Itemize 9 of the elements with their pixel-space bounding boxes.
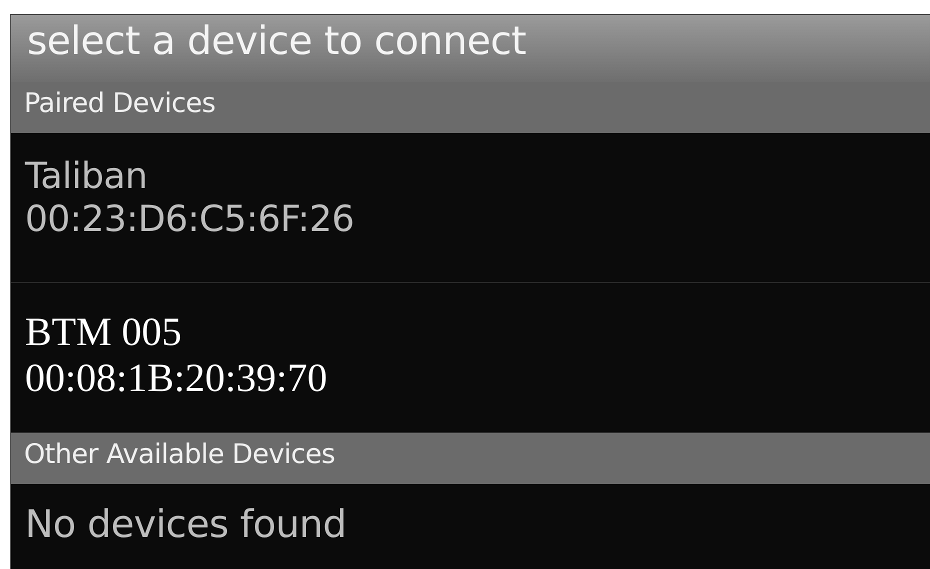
device-address: 00:08:1B:20:39:70	[25, 355, 328, 401]
device-address: 00:23:D6:C5:6F:26	[25, 198, 354, 242]
section-header: Paired Devices	[11, 82, 930, 133]
device-name: Taliban	[25, 155, 148, 198]
window-title: select a device to connect	[11, 15, 930, 82]
section-header: Other Available Devices	[11, 433, 930, 484]
empty-message: No devices found	[24, 501, 348, 548]
device-name: BTM 005	[25, 309, 182, 355]
device-list-item[interactable]: Taliban 00:23:D6:C5:6F:26	[11, 133, 930, 283]
